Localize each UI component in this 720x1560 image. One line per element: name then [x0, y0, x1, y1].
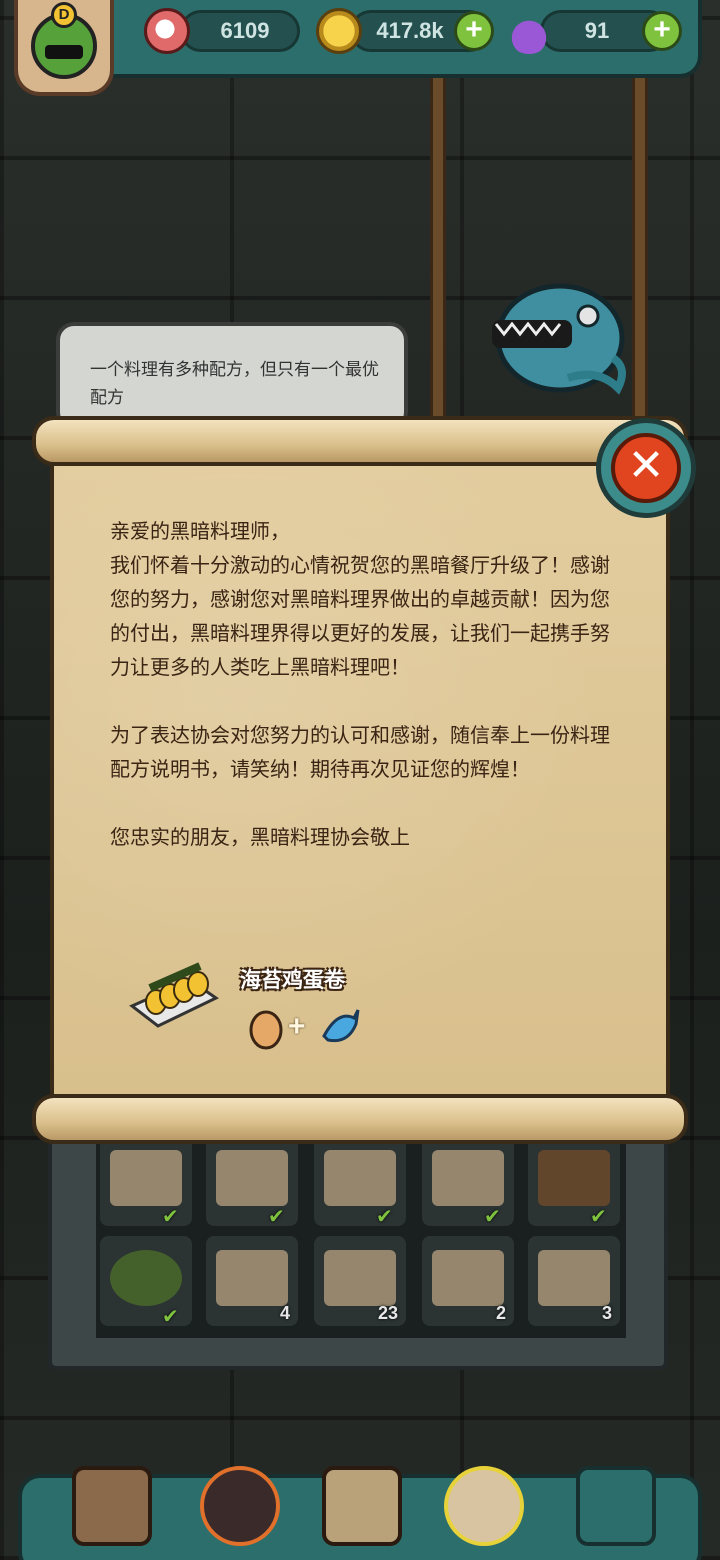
- coin-icon: [316, 8, 362, 54]
- check-icon: ✔: [376, 1204, 393, 1228]
- grid-cell[interactable]: ✔: [100, 1236, 192, 1328]
- grid-cell[interactable]: 2: [422, 1236, 514, 1326]
- grid-cell[interactable]: ✔: [314, 1136, 406, 1228]
- speech-text: 一个料理有多种配方，但只有一个最优配方: [90, 360, 379, 408]
- tank-ticket-icon: [538, 1250, 610, 1306]
- plus-icon: +: [288, 1010, 306, 1043]
- close-button[interactable]: ✕: [596, 418, 696, 518]
- fish-icon: [322, 1009, 360, 1043]
- potion-icon: [506, 8, 552, 54]
- eyeball-icon: [144, 8, 190, 54]
- item-count: 4: [279, 1303, 290, 1323]
- letter-text: 亲爱的黑暗料理师， 我们怀着十分激动的心情祝贺您的黑暗餐厅升级了！感谢您的努力，…: [110, 514, 610, 888]
- nav-book-button[interactable]: [322, 1466, 402, 1546]
- helicopter-ticket-icon: [432, 1250, 504, 1306]
- anglerfish-monster: [492, 283, 626, 395]
- grid-cell[interactable]: ✔: [206, 1136, 298, 1228]
- egg-icon: [249, 1010, 283, 1050]
- check-icon: ✔: [268, 1204, 285, 1228]
- add-coins-button[interactable]: +: [454, 11, 494, 51]
- check-icon: ✔: [590, 1204, 607, 1228]
- recipe-scroll-icon: [432, 1150, 504, 1206]
- grid-cell[interactable]: ✔: [422, 1136, 514, 1228]
- check-icon: ✔: [162, 1304, 179, 1328]
- eyeball-counter: 6109: [180, 10, 300, 52]
- seaweed-egg-roll-dish-icon: [129, 962, 219, 1028]
- item-count: 3: [601, 1303, 612, 1323]
- recipe-name: 海苔鸡蛋卷: [240, 968, 345, 992]
- grid-cell[interactable]: ✔: [100, 1136, 192, 1228]
- grid-cell[interactable]: 4: [206, 1236, 298, 1326]
- grid-cell[interactable]: ✔: [528, 1136, 620, 1228]
- left-rope: [430, 78, 446, 418]
- vehicle-ticket-icon: [324, 1250, 396, 1306]
- letter-paragraph-2: 为了表达协会对您努力的认可和感谢，随信奉上一份料理配方说明书，请笑纳！期待再次见…: [110, 723, 610, 781]
- scroll-bottom-roll: [32, 1094, 688, 1144]
- grid-cell[interactable]: 3: [528, 1236, 620, 1326]
- close-icon: ✕: [611, 433, 681, 503]
- rank-badge: D: [51, 2, 77, 28]
- recipe-scroll-icon: [216, 1150, 288, 1206]
- recipe-map-icon: [538, 1150, 610, 1206]
- eyeball-count: 6109: [220, 18, 270, 43]
- letter-paragraph-1: 我们怀着十分激动的心情祝贺您的黑暗餐厅升级了！感谢您的努力，感谢您对黑暗料理界做…: [110, 553, 610, 679]
- ufo-ticket-icon: [216, 1250, 288, 1306]
- grid-cell[interactable]: 23: [314, 1236, 406, 1326]
- letter-greeting: 亲爱的黑暗料理师，: [110, 519, 290, 543]
- nav-shop-button[interactable]: [72, 1466, 152, 1546]
- coin-count: 417.8k: [376, 18, 444, 43]
- scroll-top-roll: [32, 416, 688, 466]
- nav-bag-button[interactable]: [444, 1466, 524, 1546]
- check-icon: ✔: [162, 1204, 179, 1228]
- potion-count: 91: [584, 18, 610, 43]
- recipe-scroll-icon: [110, 1150, 182, 1206]
- recipe-scroll-icon: [324, 1150, 396, 1206]
- nav-monster-button[interactable]: [200, 1466, 280, 1546]
- tentacle-plant-icon: [110, 1250, 182, 1306]
- item-count: 23: [377, 1303, 398, 1323]
- check-icon: ✔: [484, 1204, 501, 1228]
- letter-signature: 您忠实的朋友，黑暗料理协会敬上: [110, 825, 410, 849]
- item-count: 2: [495, 1303, 506, 1323]
- player-avatar[interactable]: D: [14, 0, 114, 96]
- nav-grid-button[interactable]: [576, 1466, 656, 1546]
- add-potions-button[interactable]: +: [642, 11, 682, 51]
